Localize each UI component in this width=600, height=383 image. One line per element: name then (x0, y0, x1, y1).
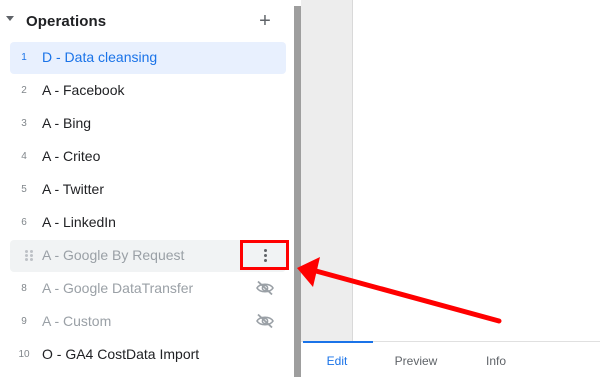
operation-number: 5 (21, 184, 27, 195)
operation-number: 10 (18, 349, 30, 360)
operation-label: A - Criteo (42, 148, 101, 164)
operations-list: 1 D - Data cleansing 2 A - Facebook 3 A … (0, 41, 294, 371)
operation-number: 3 (21, 118, 27, 129)
tab-info-label: Info (485, 354, 506, 368)
eye-off-icon[interactable] (255, 313, 275, 329)
operation-row-10[interactable]: 10 O - GA4 CostData Import (0, 338, 294, 371)
operation-label: A - Bing (42, 115, 92, 131)
tab-edit[interactable]: Edit (302, 341, 373, 383)
panel-splitter[interactable] (294, 0, 301, 383)
splitter-cap (294, 0, 301, 6)
operation-number: 4 (21, 151, 27, 162)
operation-label: A - Twitter (42, 181, 104, 197)
panel-title: Operations (26, 13, 107, 30)
operation-row-8[interactable]: 8 A - Google DataTransfer (0, 272, 294, 305)
operation-label: A - Google DataTransfer (42, 280, 194, 296)
operation-label: A - Custom (42, 313, 112, 329)
operation-row-6[interactable]: 6 A - LinkedIn (0, 206, 294, 239)
caret-down-icon[interactable] (6, 16, 14, 21)
canvas-area (352, 0, 600, 341)
tab-info[interactable]: Info (461, 342, 531, 383)
operation-number: 2 (21, 85, 27, 96)
operations-header: Operations + (0, 0, 294, 42)
more-vert-icon[interactable] (255, 247, 275, 265)
active-tab-indicator (303, 341, 373, 343)
operation-row-3[interactable]: 3 A - Bing (0, 107, 294, 140)
operation-number: 8 (21, 283, 27, 294)
operations-panel: Operations + 1 D - Data cleansing 2 A - … (0, 0, 294, 383)
operation-row-5[interactable]: 5 A - Twitter (0, 173, 294, 206)
operation-label: A - Google By Request (42, 247, 185, 263)
bottom-tab-bar: Edit Preview Info (301, 341, 600, 383)
add-operation-button[interactable]: + (256, 11, 274, 31)
operation-label: O - GA4 CostData Import (42, 346, 200, 362)
drag-handle-icon[interactable] (25, 250, 33, 262)
operation-number: 9 (21, 316, 27, 327)
gutter-area (301, 0, 352, 341)
operation-label: A - Facebook (42, 82, 125, 98)
eye-off-icon[interactable] (255, 280, 275, 296)
splitter-foot (294, 377, 301, 383)
tab-edit-label: Edit (326, 354, 348, 368)
app-root: Operations + 1 D - Data cleansing 2 A - … (0, 0, 600, 383)
tab-preview[interactable]: Preview (381, 342, 451, 383)
operation-row-9[interactable]: 9 A - Custom (0, 305, 294, 338)
operation-number: 1 (21, 52, 27, 63)
operation-row-4[interactable]: 4 A - Criteo (0, 140, 294, 173)
operation-number: 6 (21, 217, 27, 228)
tab-preview-label: Preview (394, 354, 438, 368)
operation-label: A - LinkedIn (42, 214, 116, 230)
operation-row-7[interactable]: A - Google By Request (0, 239, 294, 272)
operation-row-1[interactable]: 1 D - Data cleansing (0, 41, 294, 74)
operation-label: D - Data cleansing (42, 49, 158, 65)
operation-row-2[interactable]: 2 A - Facebook (0, 74, 294, 107)
